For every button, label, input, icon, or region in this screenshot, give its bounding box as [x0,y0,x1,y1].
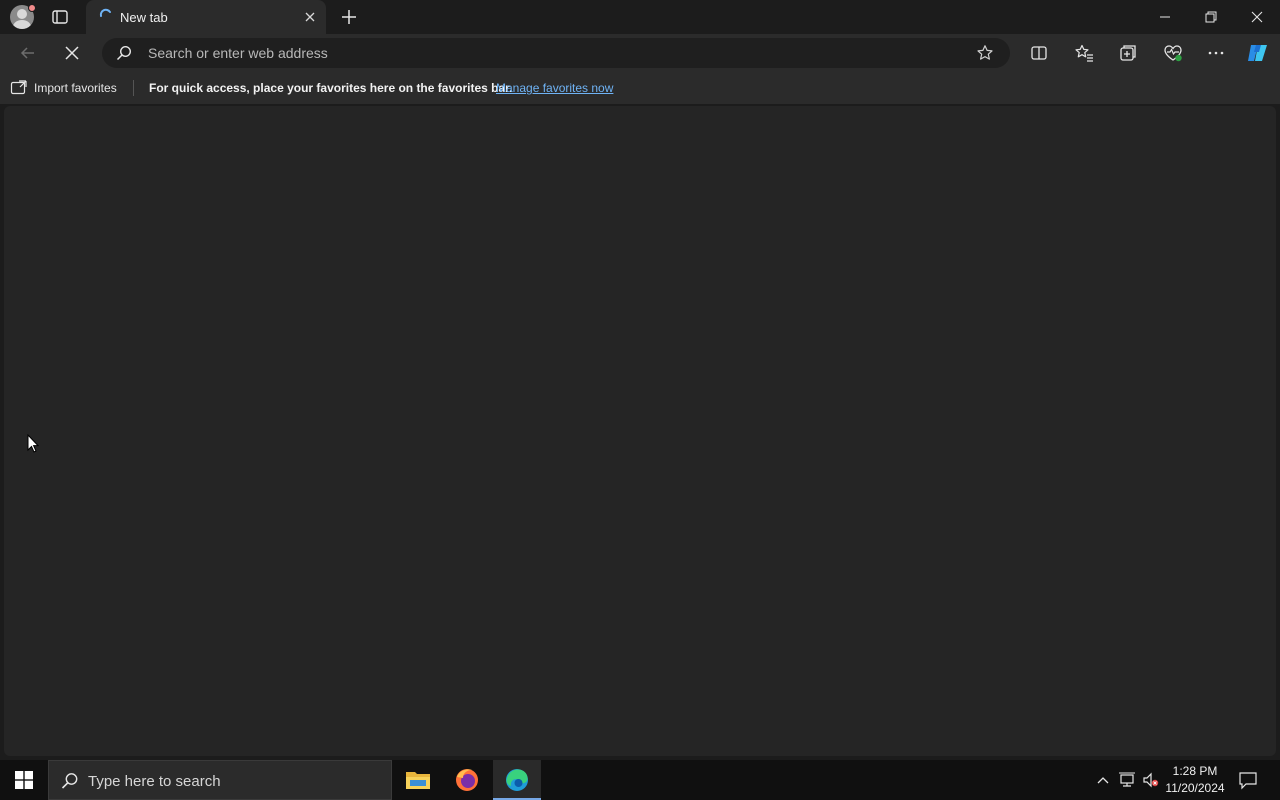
tab-new-tab[interactable]: New tab [86,0,326,34]
clock-date: 11/20/2024 [1165,781,1225,795]
favorites-bar: Import favorites For quick access, place… [0,72,1280,104]
taskbar: Type here to search 1:28 PM 11/20/2024 [0,760,1280,800]
import-favorites-label: Import favorites [34,81,117,95]
taskbar-search-placeholder: Type here to search [88,773,221,790]
start-button[interactable] [0,760,48,800]
clock-time: 1:28 PM [1172,764,1218,778]
volume-muted-icon[interactable] [1142,770,1160,790]
edge-app[interactable] [493,760,541,800]
tab-title: New tab [120,10,168,25]
address-input[interactable] [148,38,948,68]
page-content-area[interactable] [4,106,1276,756]
firefox-app[interactable] [443,760,491,800]
browser-toolbar [0,34,1280,72]
taskbar-search-icon [61,772,79,790]
stop-loading-button[interactable] [56,37,88,69]
system-clock[interactable]: 1:28 PM 11/20/2024 [1160,763,1230,797]
notification-dot [28,4,36,12]
manage-favorites-link[interactable]: Manage favorites now [496,81,613,95]
taskbar-search-box[interactable]: Type here to search [48,760,392,800]
tab-actions-icon[interactable] [48,5,72,29]
tab-close-icon[interactable] [302,9,318,25]
network-icon[interactable] [1118,770,1136,790]
action-center-notifications-icon[interactable] [1238,770,1258,790]
collections-button[interactable] [1112,37,1144,69]
loading-spinner-icon [98,8,114,24]
close-window-button[interactable] [1234,0,1280,34]
back-button[interactable] [12,37,44,69]
favorites-button[interactable] [1068,37,1100,69]
show-hidden-icons-chevron-icon[interactable] [1096,770,1110,790]
settings-more-button[interactable] [1200,37,1232,69]
add-favorite-star-icon[interactable] [976,44,994,62]
mouse-pointer-icon [27,434,39,453]
restore-button[interactable] [1188,0,1234,34]
copilot-button[interactable] [1242,37,1274,69]
address-bar[interactable] [102,38,1010,68]
split-screen-button[interactable] [1023,37,1055,69]
search-icon [116,45,132,61]
tab-strip: New tab [0,0,1280,34]
favorites-bar-message: For quick access, place your favorites h… [149,81,513,95]
favorites-divider [133,80,134,96]
minimize-button[interactable] [1142,0,1188,34]
import-icon [10,80,28,96]
new-tab-button[interactable] [338,6,360,28]
file-explorer-app[interactable] [394,760,442,800]
browser-essentials-button[interactable] [1157,37,1189,69]
import-favorites-button[interactable]: Import favorites [10,79,117,97]
